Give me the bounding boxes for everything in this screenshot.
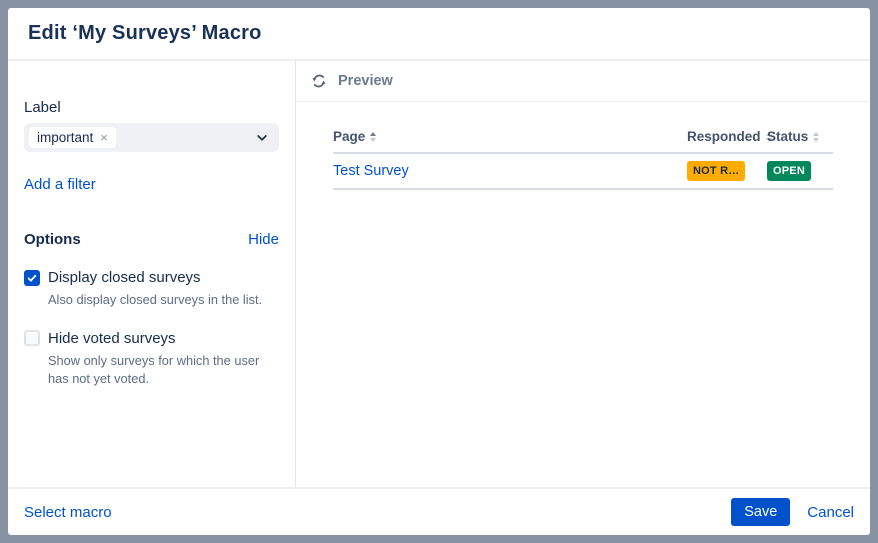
options-header: Options Hide <box>24 231 279 248</box>
column-header-responded[interactable]: Responded <box>687 129 767 144</box>
remove-tag-icon[interactable]: × <box>100 131 108 144</box>
label-select[interactable]: important × <box>24 123 279 152</box>
macro-params-panel: Label important × Add a filter Options H… <box>8 61 296 487</box>
cell-page: Test Survey <box>333 162 687 180</box>
surveys-table-header: Page Responded Status <box>333 129 833 154</box>
dialog-title: Edit ‘My Surveys’ Macro <box>28 22 262 45</box>
sort-icon <box>370 132 376 142</box>
options-heading: Options <box>24 231 81 248</box>
footer-actions: Save Cancel <box>731 498 854 526</box>
label-tag: important × <box>29 127 116 148</box>
edit-macro-dialog: Edit ‘My Surveys’ Macro Label important … <box>8 8 870 535</box>
column-label: Responded <box>687 129 761 144</box>
select-macro-link[interactable]: Select macro <box>24 504 112 521</box>
display-closed-label[interactable]: Display closed surveys <box>48 269 201 286</box>
add-filter-link[interactable]: Add a filter <box>24 176 96 193</box>
label-tag-text: important <box>37 130 93 145</box>
hide-options-link[interactable]: Hide <box>248 231 279 248</box>
cell-status: OPEN <box>767 161 833 181</box>
hide-voted-label[interactable]: Hide voted surveys <box>48 330 176 347</box>
refresh-icon <box>311 73 327 89</box>
sort-icon <box>813 132 819 142</box>
column-header-status[interactable]: Status <box>767 129 833 144</box>
cancel-link[interactable]: Cancel <box>807 504 854 521</box>
label-field-label: Label <box>24 99 279 116</box>
column-label: Status <box>767 129 808 144</box>
surveys-table: Page Responded Status <box>333 129 833 190</box>
cell-responded: NOT R… <box>687 161 767 181</box>
save-button[interactable]: Save <box>731 498 790 526</box>
display-closed-checkbox[interactable] <box>24 270 40 286</box>
option-display-closed: Display closed surveys <box>24 269 279 286</box>
survey-page-link[interactable]: Test Survey <box>333 163 409 179</box>
checkmark-icon <box>26 272 38 284</box>
preview-header: Preview <box>296 61 870 102</box>
column-header-page[interactable]: Page <box>333 129 687 144</box>
hide-voted-checkbox[interactable] <box>24 330 40 346</box>
dialog-footer: Select macro Save Cancel <box>8 487 870 535</box>
status-badge: OPEN <box>767 161 811 181</box>
preview-heading: Preview <box>338 73 393 89</box>
hide-voted-description: Show only surveys for which the user has… <box>48 352 279 388</box>
table-row: Test Survey NOT R… OPEN <box>333 154 833 190</box>
dialog-header: Edit ‘My Surveys’ Macro <box>8 8 870 61</box>
chevron-down-icon <box>255 131 269 145</box>
preview-panel: Preview Page Responded Statu <box>296 61 870 487</box>
column-label: Page <box>333 129 365 144</box>
dialog-body: Label important × Add a filter Options H… <box>8 61 870 487</box>
preview-content: Page Responded Status <box>296 102 870 190</box>
display-closed-description: Also display closed surveys in the list. <box>48 291 279 309</box>
responded-badge: NOT R… <box>687 161 745 181</box>
option-hide-voted: Hide voted surveys <box>24 330 279 347</box>
